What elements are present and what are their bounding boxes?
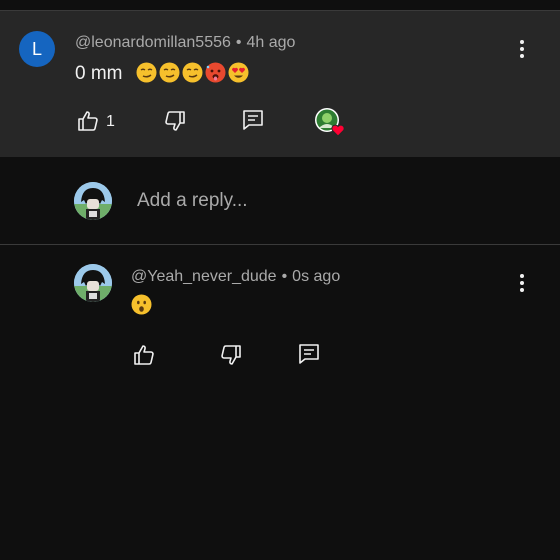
dislike-icon[interactable]: [163, 109, 187, 133]
comment-meta: @leonardomillan5556 • 4h ago: [75, 34, 295, 52]
smirk-emoji: [159, 62, 180, 83]
more-options-icon[interactable]: [510, 37, 534, 61]
reply-text: [131, 294, 152, 317]
creator-heart-icon: [314, 106, 346, 138]
comment-author[interactable]: @leonardomillan5556: [75, 34, 231, 51]
like-icon[interactable]: [76, 109, 100, 133]
reply-meta: @Yeah_never_dude • 0s ago: [131, 268, 340, 286]
reply-reply-icon[interactable]: [297, 342, 321, 366]
reply-time: 0s ago: [292, 268, 341, 285]
smirk-emoji: [136, 62, 157, 83]
smirk-emoji: [182, 62, 203, 83]
reply-author-avatar[interactable]: [74, 264, 112, 302]
reply-input[interactable]: Add a reply...: [137, 190, 248, 212]
comment-time: 4h ago: [246, 34, 296, 51]
author-avatar[interactable]: L: [19, 31, 55, 67]
meta-separator: •: [281, 268, 288, 285]
reply-dislike-icon[interactable]: [219, 343, 243, 367]
comment-body: 0 mm: [75, 63, 123, 84]
frowning-open-mouth-emoji: [131, 294, 152, 315]
reply-more-options-icon[interactable]: [510, 271, 534, 295]
reply-divider: [0, 244, 560, 245]
meta-separator: •: [235, 34, 242, 51]
reply-author[interactable]: @Yeah_never_dude: [131, 268, 277, 285]
reply-icon[interactable]: [241, 108, 265, 132]
hot-face-emoji: [205, 62, 226, 83]
comment-text: 0 mm: [75, 62, 249, 85]
reply-like-icon[interactable]: [132, 343, 156, 367]
heart-eyes-emoji: [228, 62, 249, 83]
like-count: 1: [106, 113, 115, 130]
my-avatar: [74, 182, 112, 220]
avatar-letter: L: [31, 38, 42, 59]
